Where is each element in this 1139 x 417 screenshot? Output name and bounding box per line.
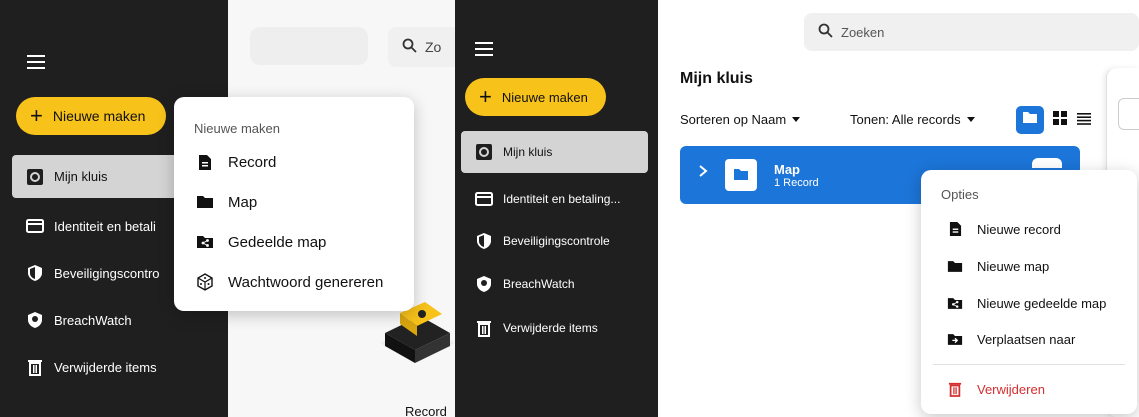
chevron-right-icon[interactable] — [698, 164, 708, 183]
view-list-button[interactable] — [1077, 112, 1093, 128]
card-icon — [475, 190, 493, 208]
plus-icon: + — [479, 84, 492, 109]
menu-divider — [933, 364, 1125, 365]
menu-item-move-to[interactable]: Verplaatsen naar — [947, 331, 1075, 347]
trash-icon — [475, 319, 493, 337]
folder-icon — [733, 168, 749, 186]
trash-icon — [947, 381, 963, 397]
plus-icon: + — [30, 103, 43, 128]
sidebar-item-deleted[interactable]: Verwijderde items — [475, 317, 655, 339]
panel-input-edge — [1118, 98, 1139, 130]
shield-icon — [26, 264, 44, 282]
document-icon — [947, 221, 963, 237]
menu-item-generate-password[interactable]: Wachtwoord genereren — [196, 273, 383, 291]
card-icon — [26, 217, 44, 235]
folder-name: Map — [774, 162, 800, 177]
breachwatch-icon — [26, 311, 44, 329]
new-item-button[interactable]: + Nieuwe maken — [465, 78, 606, 116]
list-icon — [1077, 112, 1091, 129]
move-icon — [947, 331, 963, 347]
menu-title: Nieuwe maken — [194, 121, 280, 136]
filter-dropdown[interactable]: Tonen: Alle records — [850, 112, 975, 127]
sidebar-item-breachwatch[interactable]: BreachWatch — [475, 273, 655, 295]
folder-icon — [196, 193, 214, 211]
sidebar-item-deleted[interactable]: Verwijderde items — [26, 356, 228, 378]
grid-icon — [1052, 111, 1068, 130]
caret-down-icon — [792, 117, 801, 122]
search-icon — [818, 23, 833, 42]
view-folder-button[interactable] — [1016, 106, 1044, 134]
menu-item-new-folder[interactable]: Nieuwe map — [947, 258, 1049, 274]
sort-dropdown[interactable]: Sorteren op Naam — [680, 112, 801, 127]
search-input[interactable]: Zoeken — [804, 13, 1139, 51]
sidebar-item-my-vault[interactable]: Mijn kluis — [12, 155, 197, 198]
options-menu: Opties Nieuwe record Nieuwe map Nieuwe g… — [921, 170, 1137, 414]
menu-item-record[interactable]: Record — [196, 153, 276, 171]
view-grid-button[interactable] — [1052, 110, 1070, 128]
search-icon — [402, 38, 417, 57]
caret-down-icon — [966, 117, 975, 122]
left-screenshot: + Nieuwe maken Mijn kluis Identiteit en … — [0, 0, 455, 417]
shield-icon — [475, 232, 493, 250]
hamburger-menu-icon[interactable] — [27, 55, 45, 69]
hamburger-menu-icon[interactable] — [475, 42, 493, 56]
sidebar-item-security-check[interactable]: Beveiligingscontrole — [475, 230, 655, 252]
breachwatch-icon — [475, 275, 493, 293]
menu-title: Opties — [941, 187, 979, 202]
menu-item-folder[interactable]: Map — [196, 193, 257, 211]
menu-item-new-shared-folder[interactable]: Nieuwe gedeelde map — [947, 295, 1106, 311]
sidebar: + Nieuwe maken Mijn kluis Identiteit en … — [455, 0, 658, 417]
menu-item-new-record[interactable]: Nieuwe record — [947, 221, 1061, 237]
page-title: Mijn kluis — [680, 70, 753, 87]
vault-icon — [475, 143, 493, 161]
folder-icon — [1022, 111, 1038, 129]
menu-item-delete[interactable]: Verwijderen — [947, 381, 1045, 397]
shared-folder-icon — [947, 295, 963, 311]
trash-icon — [26, 358, 44, 376]
right-screenshot: + Nieuwe maken Mijn kluis Identiteit en … — [455, 0, 1139, 417]
row-menu-button[interactable] — [1032, 158, 1062, 168]
vault-icon — [26, 168, 44, 186]
sidebar-item-my-vault[interactable]: Mijn kluis — [461, 131, 648, 173]
sidebar-item-identity[interactable]: Identiteit en betaling... — [475, 188, 655, 210]
folder-icon — [947, 258, 963, 274]
new-item-button[interactable]: + Nieuwe maken — [16, 97, 166, 135]
new-item-menu: Nieuwe maken Record Map Gedeelde map Wac… — [174, 97, 414, 311]
document-icon — [196, 153, 214, 171]
blurred-header-element — [250, 27, 368, 65]
sidebar-item-breachwatch[interactable]: BreachWatch — [26, 309, 228, 331]
folder-record-count: 1 Record — [774, 177, 819, 189]
menu-item-shared-folder[interactable]: Gedeelde map — [196, 233, 326, 251]
dice-icon — [196, 273, 214, 291]
folder-tile — [725, 159, 757, 191]
search-input[interactable]: Zo — [388, 27, 455, 67]
shared-folder-icon — [196, 233, 214, 251]
empty-state-text: Record — [405, 404, 447, 417]
